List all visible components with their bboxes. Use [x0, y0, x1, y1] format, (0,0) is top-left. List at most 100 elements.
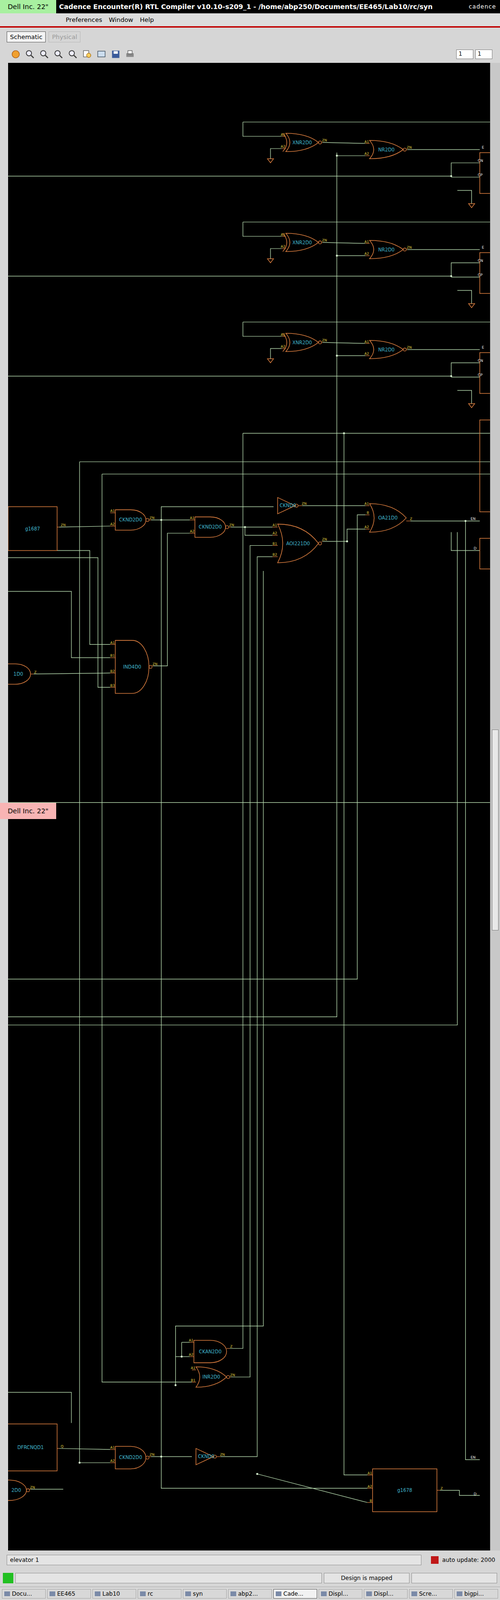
wire[interactable]: [242, 321, 282, 337]
wire[interactable]: [336, 355, 366, 356]
wire[interactable]: [59, 526, 110, 528]
gate[interactable]: DFRCNQD1Q: [8, 1423, 64, 1471]
gate[interactable]: CKND2D0A1A2ZN: [190, 515, 235, 538]
wire[interactable]: [451, 376, 480, 378]
wire[interactable]: [150, 519, 190, 520]
wire[interactable]: [242, 121, 282, 137]
taskbar-item[interactable]: Cade...: [273, 1589, 318, 1599]
wire[interactable]: [242, 221, 490, 223]
wire[interactable]: [242, 432, 490, 434]
stop-icon[interactable]: [10, 49, 21, 60]
wire[interactable]: [8, 532, 458, 1026]
wire[interactable]: [451, 532, 480, 551]
wire[interactable]: [322, 242, 366, 244]
gate[interactable]: NR2D0A1A2ZN: [364, 239, 412, 260]
wire[interactable]: [8, 162, 480, 177]
wire[interactable]: [451, 276, 480, 278]
wire[interactable]: [270, 248, 282, 259]
gate[interactable]: XNR2D0A1A2ZN: [280, 232, 328, 252]
wire[interactable]: [457, 390, 472, 404]
print-icon[interactable]: [124, 49, 136, 60]
taskbar-item[interactable]: Displ...: [363, 1589, 408, 1599]
taskbar-item[interactable]: Scre...: [409, 1589, 453, 1599]
tab[interactable]: Physical: [48, 31, 81, 43]
zoom-icon[interactable]: [24, 49, 36, 60]
wire[interactable]: [8, 152, 337, 1018]
schematic-canvas[interactable]: XNR2D0A1A2ZN NR2D0A1A2ZN XNR2D0A1A2ZN NR2D0…: [8, 62, 490, 1551]
gate[interactable]: CKND0ZN: [277, 497, 307, 514]
wire[interactable]: [101, 473, 192, 1382]
update-icon[interactable]: [430, 1556, 439, 1564]
wire[interactable]: [230, 545, 273, 1377]
zoom-icon[interactable]: [53, 49, 64, 60]
wire[interactable]: [175, 570, 264, 1386]
wire[interactable]: [407, 349, 480, 350]
page-field[interactable]: 1: [456, 49, 474, 60]
gate[interactable]: AOI221D0A1A2B1B2ZN: [272, 522, 327, 563]
wire[interactable]: [301, 505, 366, 506]
wire[interactable]: [8, 362, 480, 377]
menu-item[interactable]: Help: [140, 16, 155, 24]
wire[interactable]: [270, 148, 282, 159]
gate[interactable]: IND4D0A1B1B2B3ZN: [110, 640, 158, 694]
taskbar-item[interactable]: EE465: [47, 1589, 91, 1599]
wire[interactable]: [101, 473, 490, 475]
gate[interactable]: OA21D0A1BA2Z: [364, 501, 412, 532]
wire[interactable]: [161, 520, 368, 1489]
taskbar-item[interactable]: syn: [182, 1589, 227, 1599]
wire[interactable]: [465, 520, 480, 1460]
wire[interactable]: [8, 514, 366, 980]
wire[interactable]: [457, 290, 472, 304]
wire[interactable]: [257, 1473, 368, 1503]
menu-item[interactable]: Preferences: [65, 16, 102, 24]
gate[interactable]: g1678A1A2BZ: [367, 1469, 443, 1512]
gate[interactable]: CKND2D0A1A2ZN: [110, 508, 155, 530]
menu-item[interactable]: Window: [108, 16, 133, 24]
wire[interactable]: [244, 527, 273, 536]
find-icon[interactable]: [81, 49, 93, 60]
wire[interactable]: [242, 221, 282, 237]
wire[interactable]: [242, 321, 490, 323]
gate[interactable]: CKND2D0A1A2ZN: [110, 1445, 155, 1469]
wire[interactable]: [336, 255, 366, 256]
gate[interactable]: CKAN2D0A1A2Z: [189, 1338, 233, 1363]
wire[interactable]: [407, 249, 480, 250]
wire[interactable]: [336, 155, 366, 156]
gate[interactable]: NR2D0A1A2ZN: [364, 139, 412, 160]
wire[interactable]: [220, 556, 273, 1457]
wire[interactable]: [79, 461, 490, 462]
taskbar-item[interactable]: abp2...: [228, 1589, 272, 1599]
gate[interactable]: CKND0ZN: [196, 1448, 226, 1465]
wire[interactable]: [407, 149, 480, 150]
wire[interactable]: [8, 1392, 72, 1423]
cell-box[interactable]: [480, 420, 490, 512]
zoom-icon[interactable]: [67, 49, 79, 60]
wire[interactable]: [79, 461, 110, 1463]
wire[interactable]: [451, 176, 480, 178]
zoom-icon[interactable]: [39, 49, 50, 60]
taskbar-item[interactable]: Docu...: [1, 1589, 46, 1599]
taskbar-item[interactable]: rc: [137, 1589, 182, 1599]
wire[interactable]: [8, 802, 490, 803]
wire[interactable]: [322, 142, 366, 144]
wire[interactable]: [152, 533, 190, 667]
select-icon[interactable]: [96, 49, 107, 60]
wire[interactable]: [181, 1342, 182, 1357]
wire[interactable]: [343, 433, 368, 1476]
wire[interactable]: [230, 526, 273, 528]
taskbar-item[interactable]: bigpi...: [454, 1589, 499, 1599]
taskbar-item[interactable]: Lab10: [92, 1589, 137, 1599]
page-field[interactable]: 1: [475, 49, 493, 60]
tab[interactable]: Schematic: [6, 31, 46, 43]
gate[interactable]: XNR2D0A1A2ZN: [280, 132, 328, 152]
wire[interactable]: [8, 557, 110, 688]
wire[interactable]: [410, 520, 480, 521]
cell-box[interactable]: [480, 538, 490, 569]
taskbar-item[interactable]: Displ...: [318, 1589, 363, 1599]
wire[interactable]: [8, 591, 110, 658]
wire[interactable]: [30, 1489, 64, 1490]
gate[interactable]: 1D0Z: [8, 663, 37, 685]
scrollbar[interactable]: [490, 62, 500, 1551]
wire[interactable]: [57, 550, 110, 645]
wire[interactable]: [322, 342, 366, 344]
